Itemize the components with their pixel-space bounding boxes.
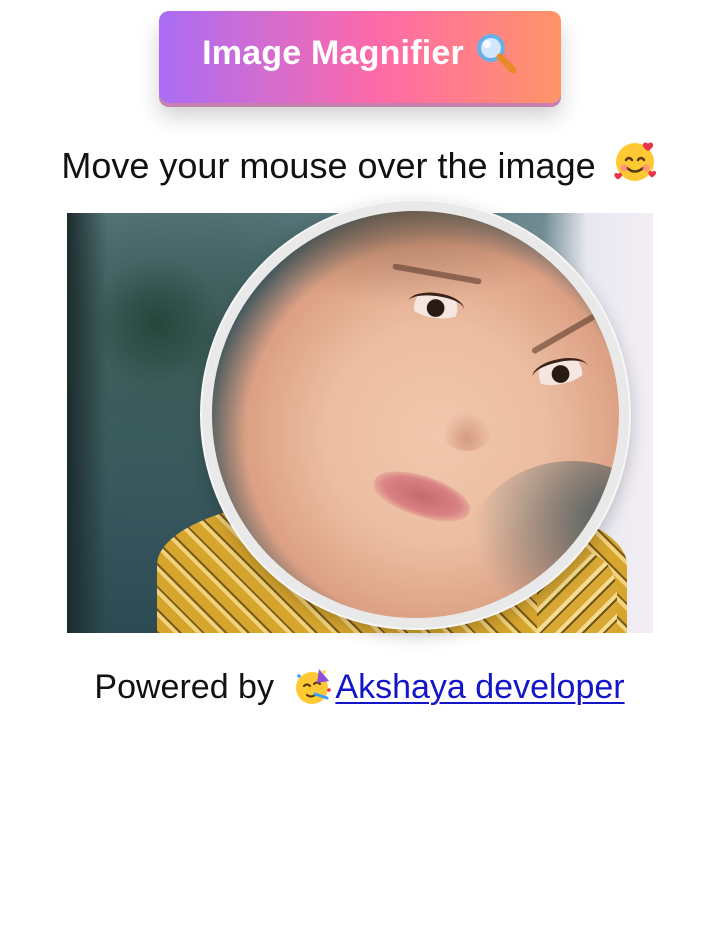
author-link[interactable]: Akshaya developer <box>335 668 624 706</box>
instruction-text: Move your mouse over the image <box>61 145 596 186</box>
page-title: Image Magnifier <box>202 33 464 72</box>
smiling-face-with-hearts-icon <box>612 138 658 193</box>
magnifying-glass-icon <box>474 31 518 75</box>
title-button[interactable]: Image Magnifier <box>159 11 561 103</box>
partying-face-icon <box>293 666 333 715</box>
lens-background-shade <box>462 461 619 618</box>
footer-prefix: Powered by <box>94 668 274 706</box>
image-background-blur <box>97 253 217 393</box>
instruction-text-row: Move your mouse over the image <box>0 138 719 193</box>
footer: Powered by Akshaya developer <box>0 666 719 715</box>
lens-right-eye <box>530 353 590 390</box>
lens-nose <box>442 411 492 451</box>
lens-lips <box>368 461 476 531</box>
magnifier-lens[interactable] <box>202 201 629 628</box>
image-background <box>67 213 107 633</box>
